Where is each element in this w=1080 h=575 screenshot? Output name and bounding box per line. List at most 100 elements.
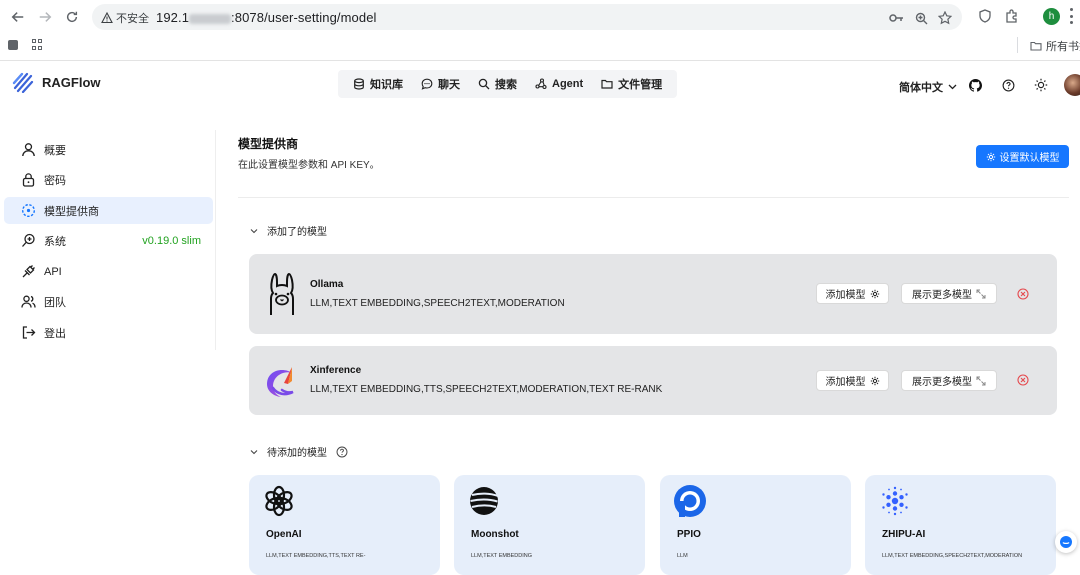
add-model-button[interactable]: 添加模型 (816, 370, 889, 391)
set-default-model-button[interactable]: 设置默认模型 (976, 145, 1069, 168)
provider-name: Ollama (310, 279, 344, 290)
show-more-models-button[interactable]: 展示更多模型 (901, 370, 997, 391)
language-selector[interactable]: 简体中文 (899, 79, 957, 95)
chat-bubble-icon (1060, 536, 1072, 548)
agent-icon (535, 78, 547, 90)
zhipu-icon (877, 483, 913, 519)
chevron-down-icon (250, 449, 258, 454)
model-card-openai[interactable]: OpenAI LLM,TEXT EMBEDDING,TTS,TEXT RE- (249, 475, 440, 575)
help-circle-icon[interactable] (336, 446, 348, 458)
user-avatar[interactable] (1064, 74, 1080, 96)
sidebar-item-label: 模型提供商 (44, 205, 99, 218)
browser-toolbar: 不安全 192.1 :8078/user-setting/model h (0, 0, 1080, 33)
page-title: 模型提供商 (238, 137, 299, 151)
sidebar-item-label: 登出 (44, 327, 66, 340)
nav-label: 聊天 (438, 79, 460, 91)
sidebar-item-password[interactable]: 密码 (4, 166, 213, 193)
folder-outline-icon (1030, 41, 1042, 51)
all-bookmarks-label: 所有书签 (1046, 41, 1080, 53)
all-bookmarks[interactable]: 所有书签 (1030, 38, 1080, 54)
nav-search[interactable]: 搜索 (469, 70, 526, 98)
add-model-label: 添加模型 (825, 377, 866, 388)
redacted-ip (189, 13, 232, 24)
url-path: :8078/user-setting/model (231, 10, 377, 25)
address-bar[interactable]: 不安全 192.1 :8078/user-setting/model (92, 4, 962, 30)
url-host: 192.1 (156, 10, 190, 25)
delete-provider-icon[interactable] (1017, 288, 1029, 300)
browser-chrome: 不安全 192.1 :8078/user-setting/model h 所有书 (0, 0, 1080, 61)
version-badge: v0.19.0 slim (142, 234, 201, 247)
url-text[interactable]: 192.1 :8078/user-setting/model (156, 10, 377, 25)
top-nav: 知识库 聊天 搜索 Agent 文件管理 (338, 70, 678, 98)
page-description: 在此设置模型参数和 API KEY。 (238, 160, 380, 171)
expand-icon (976, 289, 986, 298)
sidebar-item-label: 概要 (44, 144, 66, 157)
sidebar-item-label: 团队 (44, 296, 66, 309)
provider-name: Xinference (310, 365, 362, 376)
shield-extension-icon[interactable] (977, 8, 993, 24)
floating-assistant-button[interactable] (1055, 531, 1077, 553)
provider-card-xinference: Xinference LLM,TEXT EMBEDDING,TTS,SPEECH… (249, 346, 1057, 415)
chevron-down-icon (250, 228, 258, 233)
nav-label: Agent (552, 78, 584, 90)
system-icon (22, 233, 35, 247)
forward-arrow-icon[interactable] (35, 7, 55, 27)
chevron-down-icon (948, 84, 957, 90)
zoom-icon[interactable] (913, 10, 929, 26)
extensions-puzzle-icon[interactable] (1004, 8, 1020, 24)
model-card-name: ZHIPU-AI (882, 529, 926, 540)
sidebar-item-api[interactable]: API (4, 258, 213, 285)
model-card-tags: LLM,TEXT EMBEDDING,SPEECH2TEXT,MODERATIO… (882, 553, 1023, 559)
chat-icon (421, 78, 433, 90)
tab-square-icon[interactable] (8, 40, 18, 50)
sun-theme-icon[interactable] (1034, 78, 1048, 92)
nav-chat[interactable]: 聊天 (412, 70, 469, 98)
brand-logo[interactable]: RAGFlow (12, 71, 101, 93)
nav-label: 知识库 (370, 79, 403, 91)
sidebar-item-system[interactable]: 系统 v0.19.0 slim (4, 227, 213, 254)
sidebar-item-logout[interactable]: 登出 (4, 319, 213, 346)
model-card-moonshot[interactable]: Moonshot LLM,TEXT EMBEDDING (454, 475, 645, 575)
delete-provider-icon[interactable] (1017, 374, 1029, 386)
added-models-header[interactable]: 添加了的模型 (250, 223, 327, 238)
pending-models-title: 待添加的模型 (267, 448, 327, 459)
warning-triangle-icon (101, 12, 113, 24)
openai-icon (261, 483, 297, 519)
bookmarks-divider (1017, 37, 1018, 53)
nav-agent[interactable]: Agent (526, 70, 592, 98)
back-arrow-icon[interactable] (8, 7, 28, 27)
sidebar-item-label: 系统 (44, 235, 66, 248)
sidebar-item-profile[interactable]: 概要 (4, 136, 213, 163)
database-icon (354, 78, 364, 90)
profile-avatar[interactable]: h (1043, 8, 1060, 25)
lock-icon (22, 173, 35, 187)
sidebar-item-team[interactable]: 团队 (4, 288, 213, 315)
pending-models-header[interactable]: 待添加的模型 (250, 444, 348, 459)
security-label: 不安全 (116, 13, 149, 25)
sidebar-item-model-providers[interactable]: 模型提供商 (4, 197, 213, 224)
model-card-ppio[interactable]: PPIO LLM (660, 475, 851, 575)
apps-grid-icon[interactable] (32, 39, 43, 50)
model-card-name: Moonshot (471, 529, 519, 540)
nav-label: 文件管理 (618, 79, 663, 91)
settings-sidebar: 概要 密码 模型提供商 系统 v0.19.0 slim API 团队 登出 (0, 130, 216, 350)
xinference-icon (267, 367, 294, 397)
add-model-button[interactable]: 添加模型 (816, 283, 889, 304)
github-icon[interactable] (968, 78, 982, 92)
nav-file-management[interactable]: 文件管理 (592, 70, 671, 98)
sidebar-item-label: 密码 (44, 174, 66, 187)
browser-menu-icon[interactable] (1068, 8, 1074, 24)
folder-icon (601, 79, 613, 89)
app-header: RAGFlow 知识库 聊天 搜索 Agent 文件管理 简体中文 (0, 61, 1080, 109)
nav-knowledge-base[interactable]: 知识库 (344, 70, 412, 98)
bookmark-star-icon[interactable] (937, 10, 953, 26)
password-key-icon[interactable] (888, 10, 904, 26)
team-icon (21, 295, 36, 308)
reload-icon[interactable] (62, 7, 82, 27)
show-more-models-button[interactable]: 展示更多模型 (901, 283, 997, 304)
model-card-zhipu-ai[interactable]: ZHIPU-AI LLM,TEXT EMBEDDING,SPEECH2TEXT,… (865, 475, 1056, 575)
show-more-label: 展示更多模型 (912, 290, 972, 301)
expand-icon (976, 376, 986, 385)
security-indicator[interactable]: 不安全 (101, 10, 149, 26)
help-circle-icon[interactable] (1001, 78, 1015, 92)
